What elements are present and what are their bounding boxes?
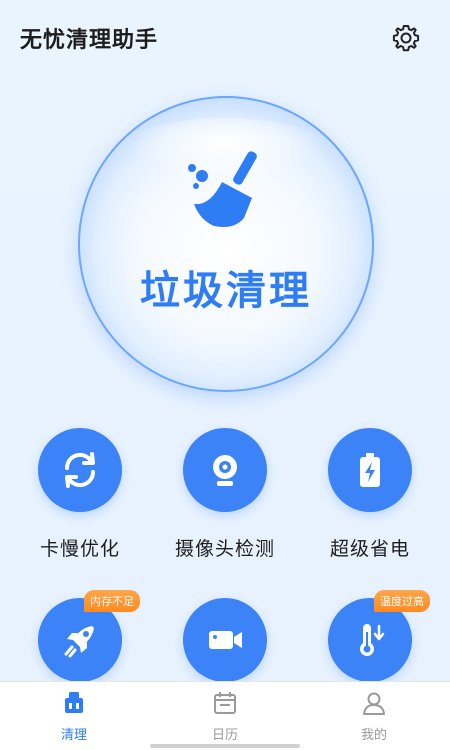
user-icon [363,692,385,715]
camera-check-button[interactable] [183,428,267,512]
temperature-warning-badge: 温度过高 [374,590,430,612]
settings-button[interactable] [388,20,424,56]
tab-label: 日历 [211,728,238,743]
calendar-icon [214,692,236,714]
refresh-icon [64,452,96,488]
app-title: 无忧清理助手 [20,28,159,53]
tab-clean[interactable]: 清理 [34,690,114,743]
tab-mine[interactable]: 我的 [334,690,414,743]
header: 无忧清理助手 [0,0,450,70]
tab-label: 我的 [360,728,387,743]
feature-video[interactable] [165,598,285,682]
home-indicator [150,744,300,748]
thermometer-icon [360,624,385,656]
feature-memory-boost[interactable]: 内存不足 [20,590,140,682]
clean-icon [65,692,83,713]
app-screen: 无忧清理助手 垃圾清理 卡慢优化 摄像头检测 超级省电 内存不足 温度过高 清理… [0,0,450,750]
power-save-button[interactable] [328,428,412,512]
gear-icon [392,25,420,52]
video-icon [209,631,242,649]
memory-warning-badge: 内存不足 [84,590,140,612]
feature-temperature[interactable]: 温度过高 [310,590,430,682]
webcam-icon [213,455,237,486]
tab-label: 清理 [60,728,87,743]
broom-icon [188,151,257,227]
bottom-tab-bar: 清理 日历 我的 [0,681,450,750]
rocket-icon [64,626,94,658]
junk-clean-label: 垃圾清理 [140,268,312,314]
tab-calendar[interactable]: 日历 [185,690,265,743]
feature-power-save[interactable]: 超级省电 [310,428,430,561]
video-button[interactable] [183,598,267,682]
feature-label: 摄像头检测 [174,538,275,560]
lag-optimize-button[interactable] [38,428,122,512]
feature-label: 卡慢优化 [39,538,120,560]
feature-lag-optimize[interactable]: 卡慢优化 [20,428,140,561]
feature-label: 超级省电 [329,538,410,560]
feature-camera-check[interactable]: 摄像头检测 [165,428,285,561]
junk-clean-button[interactable]: 垃圾清理 [78,96,374,392]
battery-icon [360,453,380,487]
